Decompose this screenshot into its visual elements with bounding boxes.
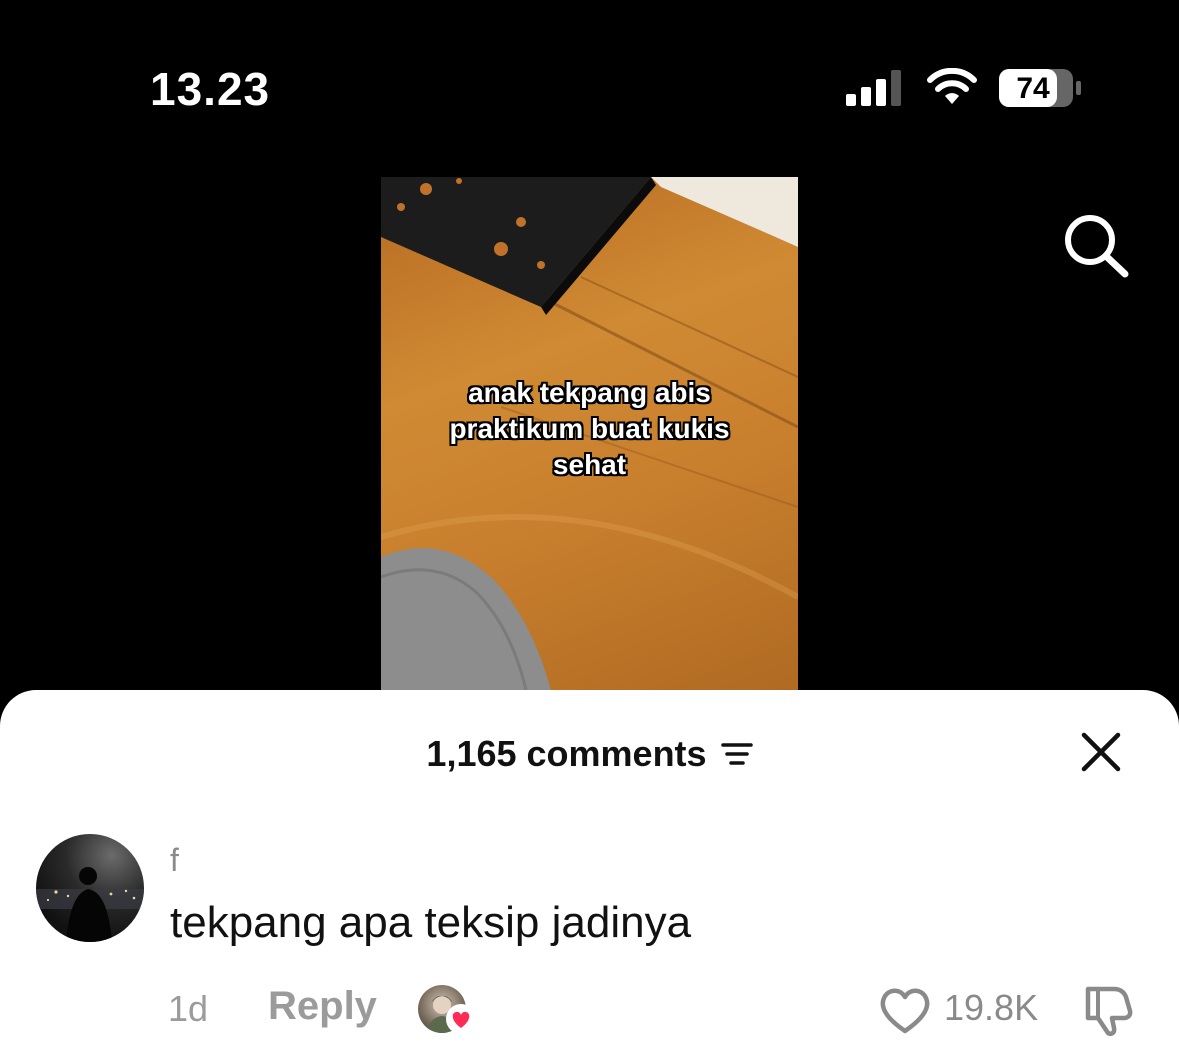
filter-icon[interactable] — [720, 741, 753, 767]
comment-text: tekpang apa teksip jadinya — [170, 898, 692, 947]
comment-age: 1d — [168, 988, 209, 1029]
heart-outline-icon[interactable] — [878, 985, 932, 1035]
wifi-icon — [927, 68, 977, 104]
comments-header: 1,165 comments — [0, 733, 1179, 775]
avatar-silhouette-icon — [36, 867, 144, 942]
signal-icon — [846, 70, 901, 106]
like-count: 19.8K — [944, 987, 1039, 1028]
status-time: 13.23 — [150, 63, 271, 115]
battery-level: 74 — [1016, 72, 1050, 105]
reply-button[interactable]: Reply — [268, 984, 377, 1029]
creator-liked-heart-icon — [446, 1004, 476, 1034]
search-icon[interactable] — [1062, 212, 1130, 278]
dislike-icon[interactable] — [1080, 983, 1136, 1037]
video-caption: anak tekpang abis praktikum buat kukis s… — [449, 377, 730, 480]
comment-username[interactable]: f — [170, 842, 179, 879]
comment-count: 1,165 comments — [426, 733, 707, 774]
close-icon[interactable] — [1080, 731, 1122, 773]
video-player[interactable]: anak tekpang abis praktikum buat kukis s… — [381, 177, 798, 690]
avatar[interactable] — [36, 834, 144, 942]
